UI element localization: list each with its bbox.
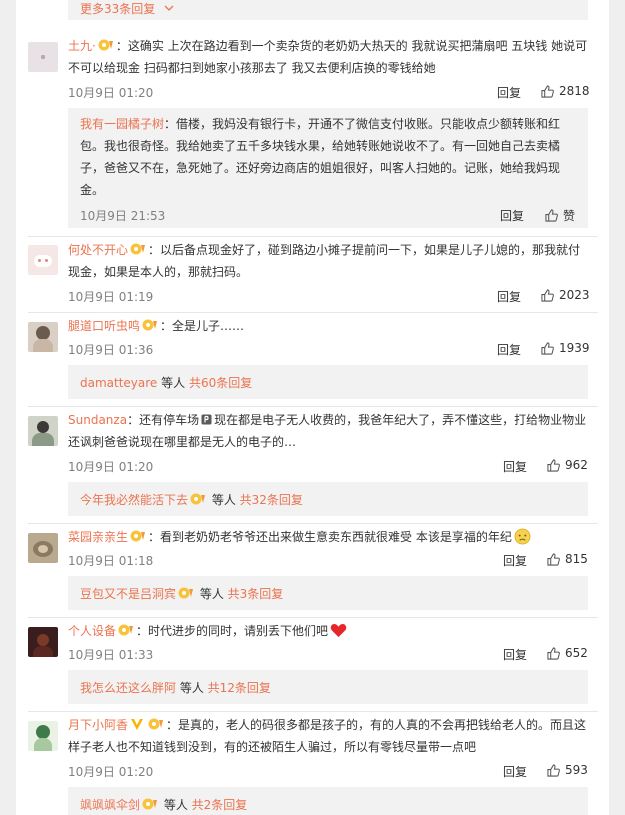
like-count: 593 xyxy=(565,763,588,777)
more-replies-summary[interactable]: damatteyare 等人 共60条回复 xyxy=(68,365,588,399)
like-button[interactable]: 1939 xyxy=(541,341,590,355)
like-button[interactable]: 652 xyxy=(547,646,588,660)
comments-panel: 更多33条回复 土九· ：这确实 上次在路边看到一个卖杂货的老奶奶大热天的 我就说… xyxy=(16,0,609,815)
like-button[interactable]: 593 xyxy=(547,763,588,777)
reply-button[interactable]: 回复 xyxy=(497,341,521,358)
vip-badge-icon xyxy=(142,319,158,331)
thumb-up-icon xyxy=(547,552,560,566)
reply-count-link[interactable]: 共3条回复 xyxy=(228,587,284,601)
reply-button[interactable]: 回复 xyxy=(503,646,527,663)
comment-username[interactable]: 菜园亲亲生 xyxy=(68,530,128,544)
thumb-up-icon xyxy=(547,646,560,660)
comment-username[interactable]: Sundanza xyxy=(68,413,127,427)
more-replies-bar[interactable]: 更多33条回复 xyxy=(68,0,588,20)
comment-time: 10月9日 01:20 xyxy=(68,86,154,100)
more-replies-summary[interactable]: 豆包又不是吕洞宾 等人 共3条回复 xyxy=(68,576,588,610)
comment-body: 何处不开心 ：以后备点现金好了，碰到路边小摊子提前问一下，如果是儿子儿媳的，那我就… xyxy=(68,243,581,279)
reply-user-link[interactable]: 今年我必然能活下去 xyxy=(80,493,188,507)
comment-time: 10月9日 01:18 xyxy=(68,554,154,568)
comment-time: 10月9日 01:20 xyxy=(68,460,154,474)
like-button[interactable]: 2818 xyxy=(541,84,590,98)
avatar[interactable] xyxy=(28,721,58,751)
like-button[interactable]: 2023 xyxy=(541,288,590,302)
comment-body: 个人设备 ：时代进步的同时，请别丢下他们吧 xyxy=(68,620,598,642)
reply-count-link[interactable]: 共12条回复 xyxy=(208,681,271,695)
comment-username[interactable]: 何处不开心 xyxy=(68,243,128,257)
vip-badge-icon xyxy=(178,587,194,599)
comment-username[interactable]: 土九· xyxy=(68,39,96,53)
reply-user-link[interactable]: damatteyare xyxy=(80,376,157,390)
like-count: 652 xyxy=(565,646,588,660)
reply-user-link[interactable]: 豆包又不是吕洞宾 xyxy=(80,587,176,601)
like-count: 962 xyxy=(565,458,588,472)
thumb-up-icon xyxy=(541,288,554,302)
comment-time: 10月9日 01:20 xyxy=(68,765,154,779)
more-replies-summary[interactable]: 今年我必然能活下去 等人 共32条回复 xyxy=(68,482,588,516)
vip-badge-icon xyxy=(130,530,146,542)
like-button[interactable]: 815 xyxy=(547,552,588,566)
more-replies-summary[interactable]: 飒飒飒伞剑 等人 共2条回复 xyxy=(68,787,588,815)
reply-button[interactable]: 回复 xyxy=(503,552,527,569)
avatar[interactable] xyxy=(28,627,58,657)
avatar[interactable] xyxy=(28,322,58,352)
comment-time: 10月9日 01:36 xyxy=(68,343,154,357)
sub-like-button[interactable]: 赞 xyxy=(545,207,575,224)
comment-time: 10月9日 01:33 xyxy=(68,648,154,662)
like-count: 1939 xyxy=(559,341,590,355)
verified-v-icon xyxy=(131,719,144,730)
like-count: 815 xyxy=(565,552,588,566)
sub-reply-body: 我有一园橘子树：借楼，我妈没有银行卡，开通不了微信支付收账。只能收点少额转账和红… xyxy=(80,117,561,197)
sub-like-label: 赞 xyxy=(563,209,576,223)
sub-reply: 我有一园橘子树：借楼，我妈没有银行卡，开通不了微信支付收账。只能收点少额转账和红… xyxy=(68,108,588,228)
reply-button[interactable]: 回复 xyxy=(497,288,521,305)
heart-emoji-icon xyxy=(330,623,347,638)
vip-badge-icon xyxy=(142,798,158,810)
vip-badge-icon xyxy=(98,39,113,51)
vip-badge-icon xyxy=(118,624,134,636)
sub-reply-button[interactable]: 回复 xyxy=(500,207,524,224)
chevron-down-icon[interactable] xyxy=(164,5,174,13)
comment-body: Sundanza：还有停车场 现在都是电子无人收费的，我爸年纪大了，弄不懂这些，打… xyxy=(68,413,587,449)
reply-user-link[interactable]: 我怎么还这么胖阿 xyxy=(80,681,176,695)
avatar[interactable] xyxy=(28,416,58,446)
comment-body: 腿道口听虫鸣 ：全是儿子…… xyxy=(68,319,245,333)
thumb-up-icon xyxy=(547,763,560,777)
comment-username[interactable]: 腿道口听虫鸣 xyxy=(68,319,140,333)
comment-time: 10月9日 01:19 xyxy=(68,290,154,304)
sad-face-emoji-icon xyxy=(514,528,531,545)
comment-body: 土九· ：这确实 上次在路边看到一个卖杂货的老奶奶大热天的 我就说买把蒲扇吧 五块… xyxy=(68,39,588,75)
comment-body: 月下小阿香 ：是真的，老人的码很多都是孩子的，有的人真的不会再把钱给老人的。而且这… xyxy=(68,718,587,754)
vip-badge-icon xyxy=(130,243,146,255)
thumb-up-icon xyxy=(541,341,554,355)
vip-badge-icon xyxy=(148,718,164,730)
like-count: 2818 xyxy=(559,84,590,98)
avatar[interactable] xyxy=(28,245,58,275)
comment-username[interactable]: 个人设备 xyxy=(68,624,116,638)
reply-count-link[interactable]: 共60条回复 xyxy=(189,376,252,390)
comment-body: 菜园亲亲生 ：看到老奶奶老爷爷还出来做生意卖东西就很难受 本该是享福的年纪 xyxy=(68,526,598,548)
more-replies-link[interactable]: 更多33条回复 xyxy=(80,0,155,18)
reply-button[interactable]: 回复 xyxy=(503,458,527,475)
comment-username[interactable]: 月下小阿香 xyxy=(68,718,128,732)
avatar[interactable] xyxy=(28,42,58,72)
avatar[interactable] xyxy=(28,533,58,563)
thumb-up-icon xyxy=(547,458,560,472)
reply-count-link[interactable]: 共32条回复 xyxy=(240,493,303,507)
thumb-up-icon xyxy=(541,84,554,98)
reply-button[interactable]: 回复 xyxy=(497,84,521,101)
reply-user-link[interactable]: 飒飒飒伞剑 xyxy=(80,798,140,812)
thumb-up-icon xyxy=(545,209,558,222)
reply-count-link[interactable]: 共2条回复 xyxy=(192,798,248,812)
like-count: 2023 xyxy=(559,288,590,302)
parking-icon xyxy=(201,414,212,425)
reply-button[interactable]: 回复 xyxy=(503,763,527,780)
sub-reply-username[interactable]: 我有一园橘子树 xyxy=(80,117,164,131)
sub-reply-time: 10月9日 21:53 xyxy=(80,209,166,223)
more-replies-summary[interactable]: 我怎么还这么胖阿 等人 共12条回复 xyxy=(68,670,588,704)
vip-badge-icon xyxy=(190,493,206,505)
like-button[interactable]: 962 xyxy=(547,458,588,472)
